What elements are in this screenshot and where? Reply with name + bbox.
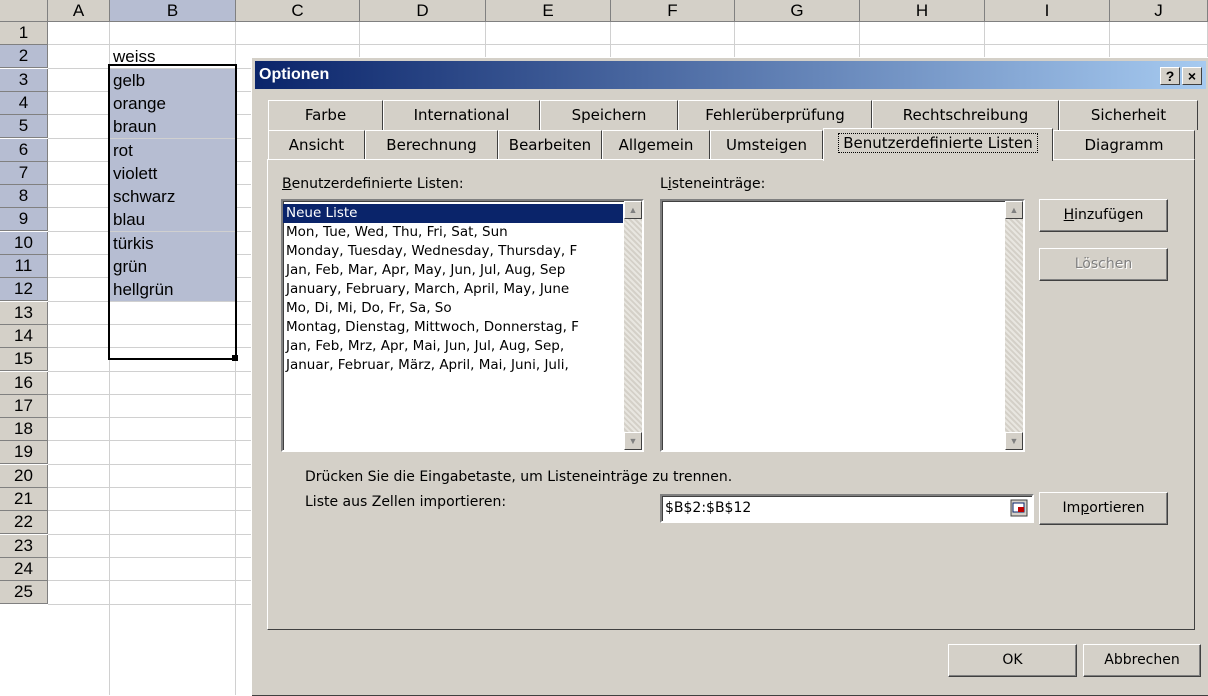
row-header-4[interactable]: 4	[0, 92, 48, 115]
list-entries-textarea[interactable]: ▲ ▼	[660, 199, 1025, 452]
import-label: Liste aus Zellen importieren:	[305, 494, 507, 510]
options-dialog: Optionen ? × Farbe International Speichern…	[251, 57, 1208, 696]
tab-label: Bearbeiten	[508, 136, 592, 154]
import-range-input[interactable]: $B$2:$B$12	[660, 494, 1034, 523]
selection-border	[108, 64, 237, 360]
tab-berechnung[interactable]: Berechnung	[365, 130, 498, 160]
tab-label: Berechnung	[386, 136, 477, 154]
row-header-23[interactable]: 23	[0, 535, 48, 558]
row-header-13[interactable]: 13	[0, 302, 48, 325]
row-header-6[interactable]: 6	[0, 139, 48, 162]
list-entries-scrollbar[interactable]: ▲ ▼	[1005, 201, 1023, 450]
custom-list-item[interactable]: Jan, Feb, Mrz, Apr, Mai, Jun, Jul, Aug, …	[283, 337, 623, 356]
tab-allgemein[interactable]: Allgemein	[602, 130, 710, 160]
column-header-i[interactable]: I	[985, 0, 1110, 22]
custom-lists-scrollbar[interactable]: ▲ ▼	[624, 201, 642, 450]
row-header-17[interactable]: 17	[0, 395, 48, 418]
row-header-19[interactable]: 19	[0, 441, 48, 464]
tab-label: Diagramm	[1084, 136, 1164, 154]
custom-list-item[interactable]: Januar, Februar, März, April, Mai, Juni,…	[283, 356, 623, 375]
row-header-18[interactable]: 18	[0, 418, 48, 441]
tab-diagramm[interactable]: Diagramm	[1053, 130, 1195, 160]
scroll-up-icon[interactable]: ▲	[1005, 201, 1023, 219]
row-header-3[interactable]: 3	[0, 69, 48, 92]
row-header-8[interactable]: 8	[0, 185, 48, 208]
select-all-corner[interactable]	[0, 0, 48, 22]
tab-speichern[interactable]: Speichern	[540, 100, 678, 130]
row-header-15[interactable]: 15	[0, 348, 48, 371]
row-header-11[interactable]: 11	[0, 255, 48, 278]
tab-label: Benutzerdefinierte Listen	[838, 133, 1038, 153]
row-header-16[interactable]: 16	[0, 372, 48, 395]
tab-label: Sicherheit	[1090, 106, 1167, 124]
cancel-button[interactable]: Abbrechen	[1083, 644, 1201, 677]
collapse-dialog-icon[interactable]	[1010, 499, 1028, 517]
row-header-20[interactable]: 20	[0, 465, 48, 488]
row-header-10[interactable]: 10	[0, 232, 48, 255]
hint-text: Drücken Sie die Eingabetaste, um Listene…	[305, 469, 733, 485]
row-header-2[interactable]: 2	[0, 45, 48, 68]
column-header-e[interactable]: E	[486, 0, 611, 22]
tab-label: Farbe	[304, 106, 347, 124]
ok-button[interactable]: OK	[948, 644, 1077, 677]
tab-label: Ansicht	[288, 136, 345, 154]
import-range-value: $B$2:$B$12	[665, 500, 752, 516]
tab-label: Speichern	[571, 106, 647, 124]
dialog-titlebar[interactable]: Optionen ? ×	[255, 61, 1206, 89]
row-header-24[interactable]: 24	[0, 558, 48, 581]
scroll-up-icon[interactable]: ▲	[624, 201, 642, 219]
row-header-25[interactable]: 25	[0, 581, 48, 604]
tab-sicherheit[interactable]: Sicherheit	[1059, 100, 1198, 130]
tab-benutzerdefinierte-listen[interactable]: Benutzerdefinierte Listen	[823, 128, 1053, 161]
add-button[interactable]: Hinzufügen	[1039, 199, 1168, 232]
row-header-7[interactable]: 7	[0, 162, 48, 185]
custom-list-item[interactable]: Jan, Feb, Mar, Apr, May, Jun, Jul, Aug, …	[283, 261, 623, 280]
row-header-14[interactable]: 14	[0, 325, 48, 348]
tab-label: Rechtschreibung	[902, 106, 1029, 124]
list-entries-label: Listeneinträge:	[660, 176, 766, 192]
tab-umsteigen[interactable]: Umsteigen	[710, 130, 823, 160]
custom-lists-label: Benutzerdefinierte Listen:	[282, 176, 464, 192]
scroll-down-icon[interactable]: ▼	[624, 432, 642, 450]
column-header-d[interactable]: D	[360, 0, 486, 22]
tab-label: Fehlerüberprüfung	[705, 106, 845, 124]
column-header-c[interactable]: C	[236, 0, 360, 22]
column-header-g[interactable]: G	[735, 0, 860, 22]
column-header-j[interactable]: J	[1110, 0, 1208, 22]
row-header-12[interactable]: 12	[0, 278, 48, 301]
custom-list-item[interactable]: Montag, Dienstag, Mittwoch, Donnerstag, …	[283, 318, 623, 337]
column-header-f[interactable]: F	[611, 0, 735, 22]
scroll-down-icon[interactable]: ▼	[1005, 432, 1023, 450]
row-header-5[interactable]: 5	[0, 115, 48, 138]
tab-rechtschreibung[interactable]: Rechtschreibung	[872, 100, 1059, 130]
tab-label: Umsteigen	[726, 136, 807, 154]
tab-fehlerüberprüfung[interactable]: Fehlerüberprüfung	[678, 100, 872, 130]
help-button[interactable]: ?	[1160, 67, 1180, 85]
custom-lists-listbox[interactable]: Neue Liste Mon, Tue, Wed, Thu, Fri, Sat, …	[281, 199, 644, 452]
custom-list-item[interactable]: Neue Liste	[283, 204, 623, 223]
dialog-title: Optionen	[259, 66, 330, 83]
custom-list-item[interactable]: January, February, March, April, May, Ju…	[283, 280, 623, 299]
row-header-22[interactable]: 22	[0, 511, 48, 534]
tab-bearbeiten[interactable]: Bearbeiten	[498, 130, 602, 160]
close-button[interactable]: ×	[1182, 67, 1202, 85]
row-header-1[interactable]: 1	[0, 22, 48, 45]
custom-list-item[interactable]: Mo, Di, Mi, Do, Fr, Sa, So	[283, 299, 623, 318]
column-header-h[interactable]: H	[860, 0, 985, 22]
fill-handle[interactable]	[232, 355, 238, 361]
tab-label: International	[413, 106, 510, 124]
column-header-b[interactable]: B	[110, 0, 236, 22]
row-header-21[interactable]: 21	[0, 488, 48, 511]
column-header-a[interactable]: A	[48, 0, 110, 22]
custom-list-item[interactable]: Monday, Tuesday, Wednesday, Thursday, F	[283, 242, 623, 261]
tab-label: Allgemein	[618, 136, 694, 154]
tab-international[interactable]: International	[383, 100, 540, 130]
delete-button[interactable]: Löschen	[1039, 248, 1168, 281]
tab-ansicht[interactable]: Ansicht	[268, 130, 365, 160]
row-header-9[interactable]: 9	[0, 208, 48, 231]
import-button[interactable]: Importieren	[1039, 492, 1168, 525]
custom-list-item[interactable]: Mon, Tue, Wed, Thu, Fri, Sat, Sun	[283, 223, 623, 242]
tab-farbe[interactable]: Farbe	[268, 100, 383, 130]
